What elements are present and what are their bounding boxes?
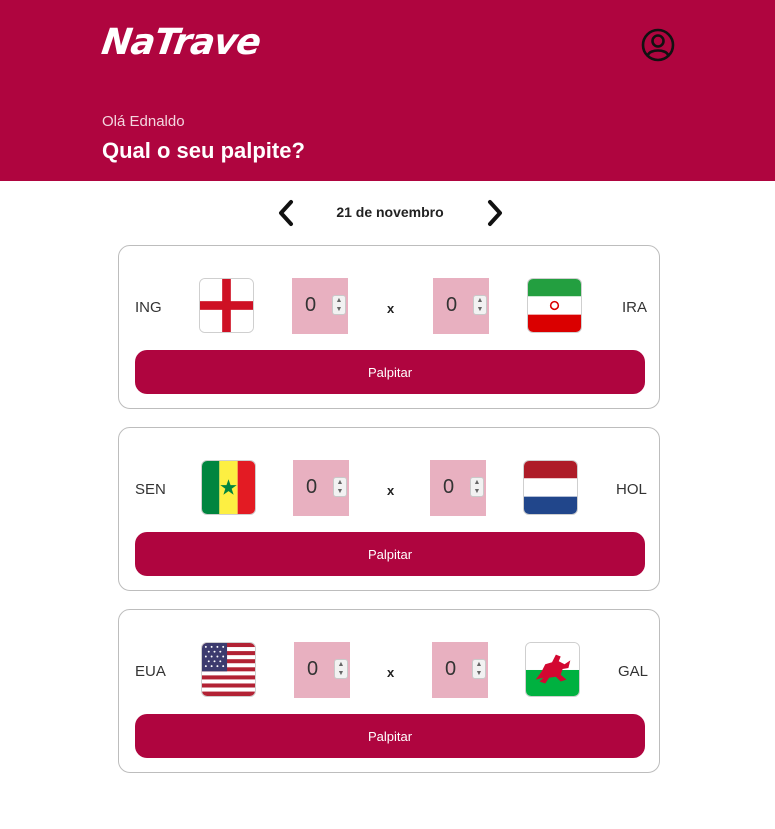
away-score-value: 0 [445, 658, 457, 680]
away-score-value: 0 [443, 476, 455, 498]
home-score-input[interactable]: 0 ▲ ▼ [293, 460, 349, 516]
usa-flag-icon [201, 642, 256, 697]
senegal-flag-icon [201, 460, 256, 515]
away-team-code: HOL [616, 481, 647, 498]
user-profile-icon[interactable] [641, 28, 675, 62]
current-date-label: 21 de novembro [336, 204, 444, 220]
score-stepper[interactable]: ▲ ▼ [333, 477, 347, 497]
match-card-sen-hol: SEN 0 ▲ ▼ x 0 ▲ ▼ HOL Palpitar [118, 427, 660, 591]
submit-guess-button[interactable]: Palpitar [135, 714, 645, 758]
previous-day-arrow-icon[interactable] [272, 198, 302, 228]
home-team-code: EUA [135, 663, 166, 680]
score-stepper[interactable]: ▲ ▼ [473, 295, 487, 315]
score-stepper[interactable]: ▲ ▼ [472, 659, 486, 679]
home-score-value: 0 [305, 294, 317, 316]
home-score-input[interactable]: 0 ▲ ▼ [292, 278, 348, 334]
away-team-code: GAL [618, 663, 649, 680]
away-score-input[interactable]: 0 ▲ ▼ [432, 642, 488, 698]
match-card-eua-gal: EUA 0 ▲ ▼ x 0 ▲ ▼ GAL Palpitar [118, 609, 660, 773]
submit-guess-button[interactable]: Palpitar [135, 350, 645, 394]
iran-flag-icon [527, 278, 582, 333]
app-logo: NaTrave [99, 22, 263, 63]
versus-separator: x [387, 483, 395, 498]
page-title: Qual o seu palpite? [102, 138, 305, 163]
header: NaTrave Olá Ednaldo Qual o seu palpite? [0, 0, 775, 181]
home-score-input[interactable]: 0 ▲ ▼ [294, 642, 350, 698]
home-team-code: ING [135, 299, 162, 316]
versus-separator: x [387, 665, 395, 680]
submit-guess-button[interactable]: Palpitar [135, 532, 645, 576]
home-team-code: SEN [135, 481, 166, 498]
away-score-input[interactable]: 0 ▲ ▼ [430, 460, 486, 516]
home-score-value: 0 [306, 476, 318, 498]
next-day-arrow-icon[interactable] [479, 198, 509, 228]
score-stepper[interactable]: ▲ ▼ [334, 659, 348, 679]
date-navigation: 21 de novembro [0, 198, 775, 230]
netherlands-flag-icon [523, 460, 578, 515]
greeting-text: Olá Ednaldo [102, 113, 185, 130]
score-stepper[interactable]: ▲ ▼ [470, 477, 484, 497]
away-score-input[interactable]: 0 ▲ ▼ [433, 278, 489, 334]
away-team-code: IRA [622, 299, 648, 316]
away-score-value: 0 [446, 294, 458, 316]
england-flag-icon [199, 278, 254, 333]
match-card-ing-ira: ING 0 ▲ ▼ x 0 ▲ ▼ IRA Palpitar [118, 245, 660, 409]
wales-flag-icon [525, 642, 580, 697]
versus-separator: x [387, 301, 395, 316]
score-stepper[interactable]: ▲ ▼ [332, 295, 346, 315]
home-score-value: 0 [307, 658, 319, 680]
